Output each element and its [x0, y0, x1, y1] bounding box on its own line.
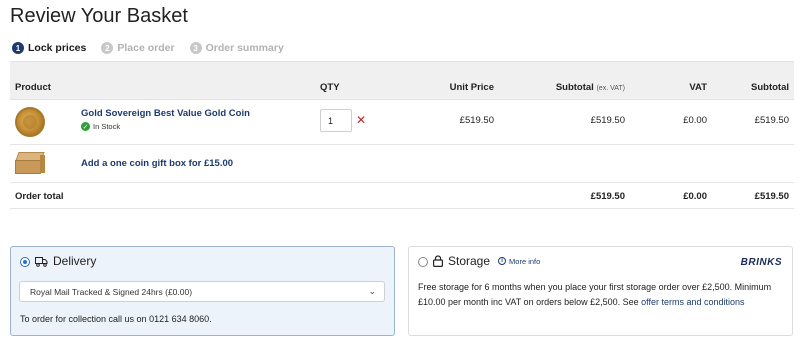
header-vat: VAT: [689, 82, 707, 93]
vat-amount: £0.00: [683, 115, 707, 126]
header-subtotal-ex-vat: Subtotal (ex. VAT): [556, 82, 625, 93]
table-header: Product QTY Unit Price Subtotal (ex. VAT…: [10, 61, 794, 100]
header-ex-vat-note: (ex. VAT): [596, 85, 625, 92]
step-number: 2: [101, 42, 114, 54]
header-product: Product: [15, 82, 51, 93]
more-info-link[interactable]: i More info: [498, 257, 540, 266]
total-vat: £0.00: [683, 191, 707, 202]
unit-price: £519.50: [459, 115, 494, 126]
delivery-panel[interactable]: Delivery Royal Mail Tracked & Signed 24h…: [10, 246, 395, 336]
header-subtotal: Subtotal: [751, 82, 789, 93]
total-subtotal-ex-vat: £519.50: [590, 191, 625, 202]
quantity-input-wrap: 1: [320, 109, 352, 132]
truck-icon: [35, 256, 48, 267]
stock-label: In Stock: [93, 122, 121, 131]
subtotal-ex-vat: £519.50: [590, 115, 625, 126]
product-info: Gold Sovereign Best Value Gold Coin ✓ In…: [81, 108, 250, 131]
step-order-summary: 3 Order summary: [189, 42, 284, 54]
product-image[interactable]: [15, 107, 45, 137]
page-title: Review Your Basket: [10, 5, 188, 27]
storage-radio[interactable]: [418, 257, 428, 267]
delivery-radio[interactable]: [20, 257, 30, 267]
info-icon: i: [498, 257, 507, 265]
delivery-title: Delivery: [53, 254, 97, 268]
product-name-link[interactable]: Gold Sovereign Best Value Gold Coin: [81, 108, 250, 119]
gold-coin-image: [15, 107, 45, 137]
step-lock-prices: 1 Lock prices: [12, 42, 86, 54]
add-gift-box-link[interactable]: Add a one coin gift box for £15.00: [81, 158, 233, 169]
order-total-row: Order total £519.50 £0.00 £519.50: [10, 183, 794, 209]
more-info-label: More info: [509, 256, 541, 266]
header-qty: QTY: [320, 82, 340, 93]
brinks-logo: BRINKS: [740, 257, 782, 268]
storage-description: Free storage for 6 months when you place…: [418, 280, 783, 310]
table-row: Gold Sovereign Best Value Gold Coin ✓ In…: [10, 100, 794, 145]
step-label: Place order: [117, 42, 175, 54]
delivery-heading: Delivery: [35, 254, 96, 268]
step-number: 3: [189, 42, 202, 54]
storage-heading: Storage i More info: [433, 254, 540, 268]
step-label: Lock prices: [28, 42, 87, 54]
header-subtotal-ex-label: Subtotal: [555, 82, 594, 93]
stock-status: ✓ In Stock: [81, 122, 250, 131]
header-unit-price: Unit Price: [449, 82, 494, 93]
collection-note: To order for collection call us on 0121 …: [20, 314, 212, 324]
total-subtotal: £519.50: [754, 191, 789, 202]
offer-terms-link[interactable]: offer terms and conditions: [641, 297, 744, 307]
storage-panel[interactable]: Storage i More info BRINKS Free storage …: [408, 246, 793, 336]
step-place-order: 2 Place order: [101, 42, 175, 54]
storage-title: Storage: [448, 254, 491, 268]
line-subtotal: £519.50: [754, 115, 789, 126]
delivery-method-select[interactable]: Royal Mail Tracked & Signed 24hrs (£0.00…: [19, 281, 385, 302]
quantity-input[interactable]: 1: [320, 109, 352, 132]
chevron-down-icon: ⌄: [368, 286, 376, 296]
delivery-selected-option: Royal Mail Tracked & Signed 24hrs (£0.00…: [30, 286, 193, 297]
remove-item-icon[interactable]: ✕: [356, 113, 366, 127]
checkout-steps: 1 Lock prices 2 Place order 3 Order summ…: [12, 42, 299, 54]
order-total-label: Order total: [15, 191, 64, 202]
step-number: 1: [12, 42, 24, 54]
table-row: Add a one coin gift box for £15.00: [10, 145, 794, 183]
check-icon: ✓: [81, 122, 90, 131]
step-label: Order summary: [205, 42, 284, 54]
lock-icon: [433, 255, 443, 267]
gift-box-image: [15, 152, 45, 176]
